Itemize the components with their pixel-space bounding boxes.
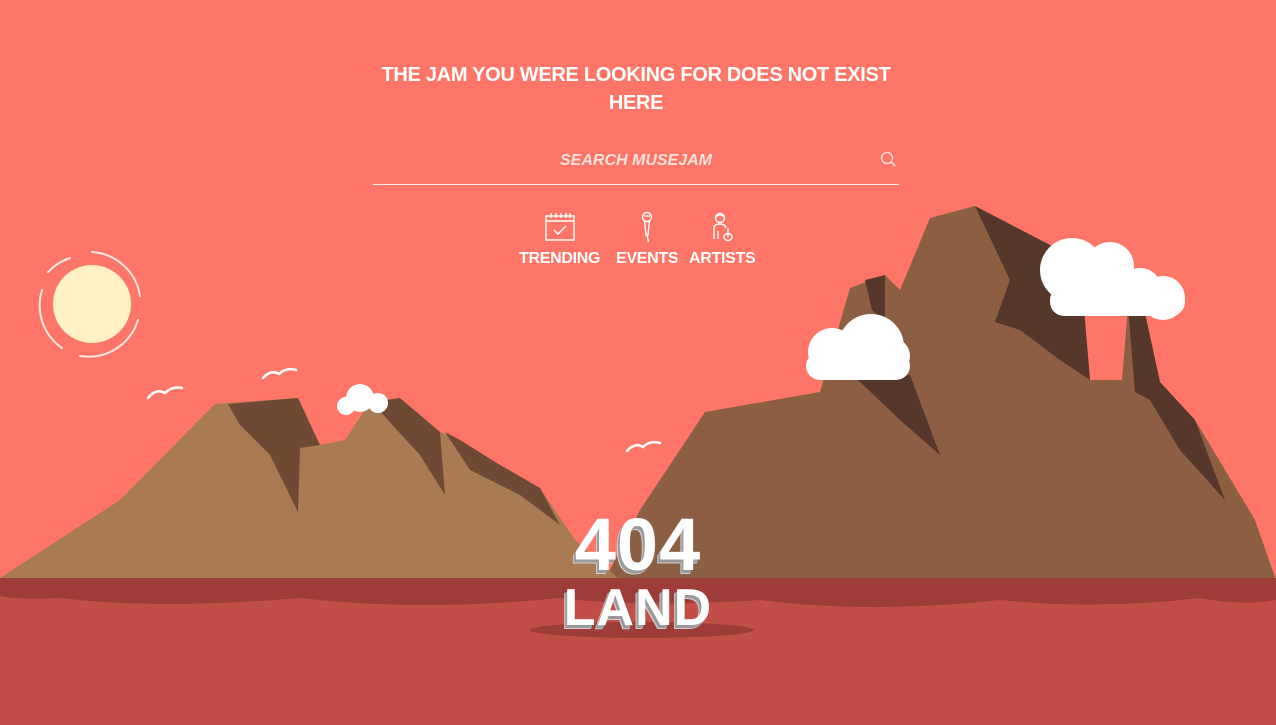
nav-label: EVENTS (616, 250, 679, 267)
nav-label: ARTISTS (689, 250, 756, 267)
page-title: THE JAM YOU WERE LOOKING FOR DOES NOT EX… (381, 64, 891, 114)
error-word: LAND (563, 579, 713, 637)
search-input[interactable] (373, 141, 899, 181)
nav-item-artists[interactable]: ARTISTS (689, 211, 756, 269)
error-code: 404 (574, 503, 702, 586)
search-bar (373, 141, 899, 185)
artist-icon (713, 212, 733, 242)
nav-item-events[interactable]: EVENTS (616, 211, 679, 269)
microphone-icon (641, 211, 653, 243)
search-icon[interactable] (879, 150, 899, 170)
nav-item-trending[interactable]: TRENDING (519, 211, 600, 269)
calendar-check-icon (544, 213, 575, 241)
category-nav: TRENDING EVENTS ARTISTS (0, 211, 1276, 271)
nav-label: TRENDING (519, 250, 601, 267)
